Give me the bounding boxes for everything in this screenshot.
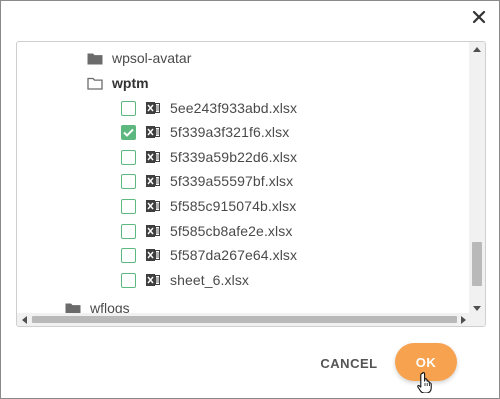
scrollbar-corner [469,313,485,326]
file-name: 5f587da267e64.xlsx [170,247,298,263]
tree-file-row[interactable]: 5f587da267e64.xlsx [121,243,297,267]
vertical-scrollbar[interactable] [469,42,485,315]
vertical-scroll-thumb[interactable] [472,242,482,286]
file-tree-viewport: wpsol-avatar wptm 5ee243f933abd.xlsx 5f3… [17,42,470,315]
tree-file-row[interactable]: 5f339a3f321f6.xlsx [121,120,289,144]
cancel-button[interactable]: CANCEL [313,349,385,377]
hand-pointer-icon [417,371,432,393]
close-icon[interactable] [471,9,487,25]
file-name: 5f585cb8afe2e.xlsx [170,223,293,239]
file-name: sheet_6.xlsx [170,272,250,288]
file-checkbox[interactable] [121,173,136,189]
file-picker-dialog: wpsol-avatar wptm 5ee243f933abd.xlsx 5f3… [0,0,500,399]
excel-file-icon [146,274,160,286]
tree-file-row[interactable]: 5f339a59b22d6.xlsx [121,145,297,169]
tree-file-row[interactable]: 5f339a55597bf.xlsx [121,169,293,193]
scroll-left-icon[interactable] [17,313,31,326]
checkmark-icon [123,128,134,137]
file-checkbox[interactable] [121,149,136,165]
excel-file-icon [146,126,160,138]
file-tree-panel: wpsol-avatar wptm 5ee243f933abd.xlsx 5f3… [16,41,486,327]
tree-folder-label: wptm [112,75,149,91]
file-checkbox[interactable] [121,100,136,116]
file-name: 5f339a59b22d6.xlsx [170,149,298,165]
file-name: 5f339a55597bf.xlsx [170,173,294,189]
tree-file-row[interactable]: 5f585cb8afe2e.xlsx [121,219,292,243]
tree-folder-wptm[interactable]: wptm [87,71,149,95]
file-name: 5f339a3f321f6.xlsx [170,124,290,140]
file-checkbox[interactable] [121,223,136,239]
horizontal-scrollbar[interactable] [17,313,470,326]
excel-file-icon [146,200,160,212]
tree-folder-wpsol-avatar[interactable]: wpsol-avatar [87,46,191,70]
file-checkbox[interactable] [121,247,136,263]
scroll-up-icon[interactable] [469,42,485,56]
tree-file-row[interactable]: 5ee243f933abd.xlsx [121,96,297,120]
excel-file-icon [146,249,160,261]
file-checkbox[interactable] [121,272,136,288]
excel-file-icon [146,175,160,187]
folder-icon [87,53,103,64]
excel-file-icon [146,102,160,114]
file-name: 5f585c915074b.xlsx [170,198,297,214]
tree-folder-label: wpsol-avatar [112,50,192,66]
horizontal-scroll-thumb[interactable] [32,316,457,323]
tree-file-row[interactable]: sheet_6.xlsx [121,268,249,292]
tree-file-row[interactable]: 5f585c915074b.xlsx [121,194,296,218]
file-checkbox-checked[interactable] [121,124,136,140]
file-name: 5ee243f933abd.xlsx [170,100,298,116]
excel-file-icon [146,151,160,163]
folder-open-icon [87,77,103,90]
excel-file-icon [146,225,160,237]
scroll-right-icon[interactable] [456,313,470,326]
file-checkbox[interactable] [121,198,136,214]
